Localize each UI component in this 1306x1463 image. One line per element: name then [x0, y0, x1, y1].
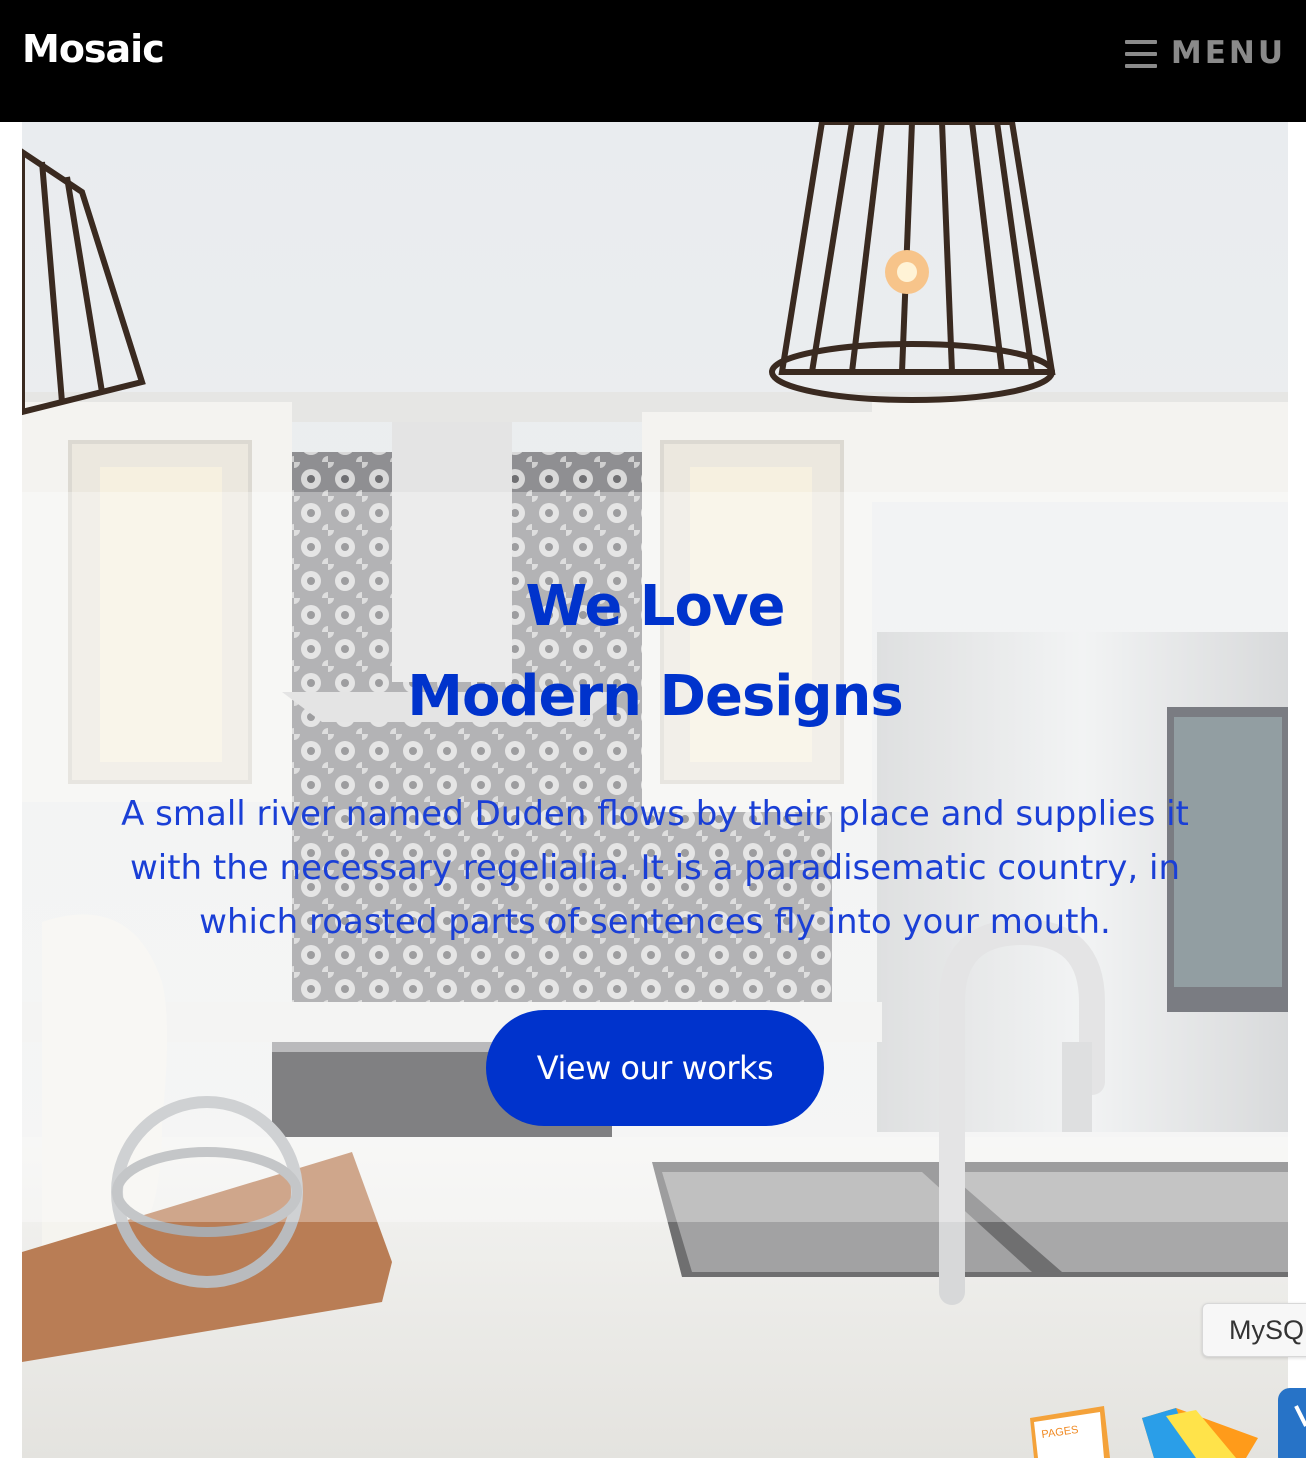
menu-label: MENU [1170, 35, 1286, 71]
brand-logo[interactable]: Mosaic [22, 30, 165, 68]
pages-app-icon[interactable]: PAGES [1026, 1388, 1116, 1458]
keynote-app-icon[interactable] [1136, 1388, 1266, 1458]
hero-section: We Love Modern Designs A small river nam… [22, 122, 1288, 1458]
hero-heading: We Love Modern Designs [22, 562, 1288, 742]
hero-description: A small river named Duden flows by their… [121, 794, 1189, 942]
hamburger-icon [1124, 39, 1157, 68]
view-our-works-button[interactable]: View our works [486, 1010, 824, 1126]
mysql-app-chip[interactable]: MySQ [1202, 1303, 1306, 1357]
hero-heading-line-2: Modern Designs [407, 664, 904, 729]
top-navbar: Mosaic MENU [0, 0, 1306, 122]
hero-heading-line-1: We Love [525, 574, 786, 639]
app-store-icon[interactable] [1278, 1388, 1306, 1463]
menu-toggle-button[interactable]: MENU [1124, 35, 1286, 71]
